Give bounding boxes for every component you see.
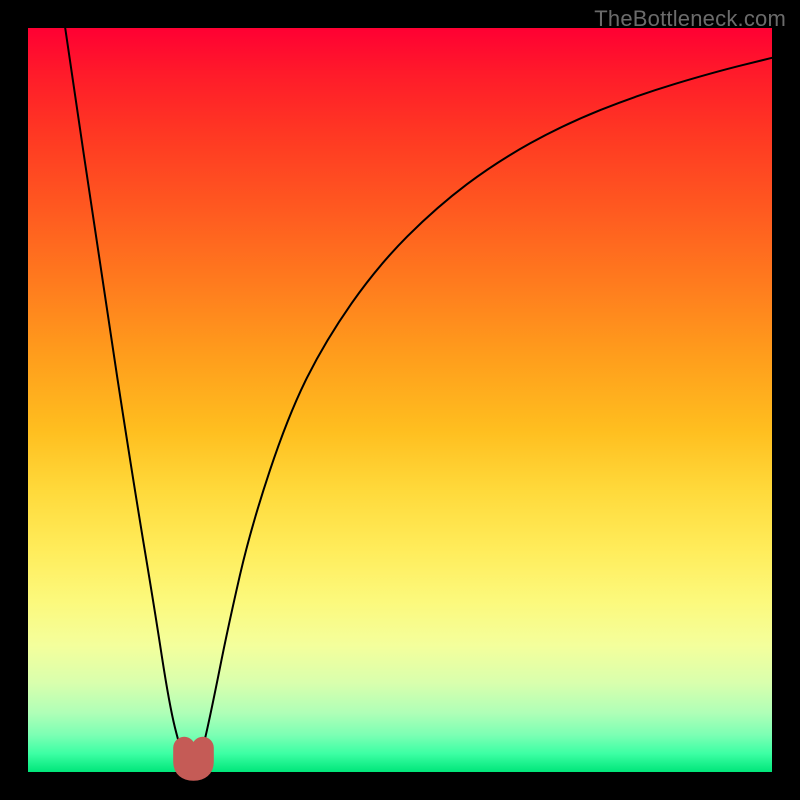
minimum-marker [184,748,203,770]
bottleneck-curve [65,28,772,768]
chart-frame [28,28,772,772]
chart-svg [28,28,772,772]
